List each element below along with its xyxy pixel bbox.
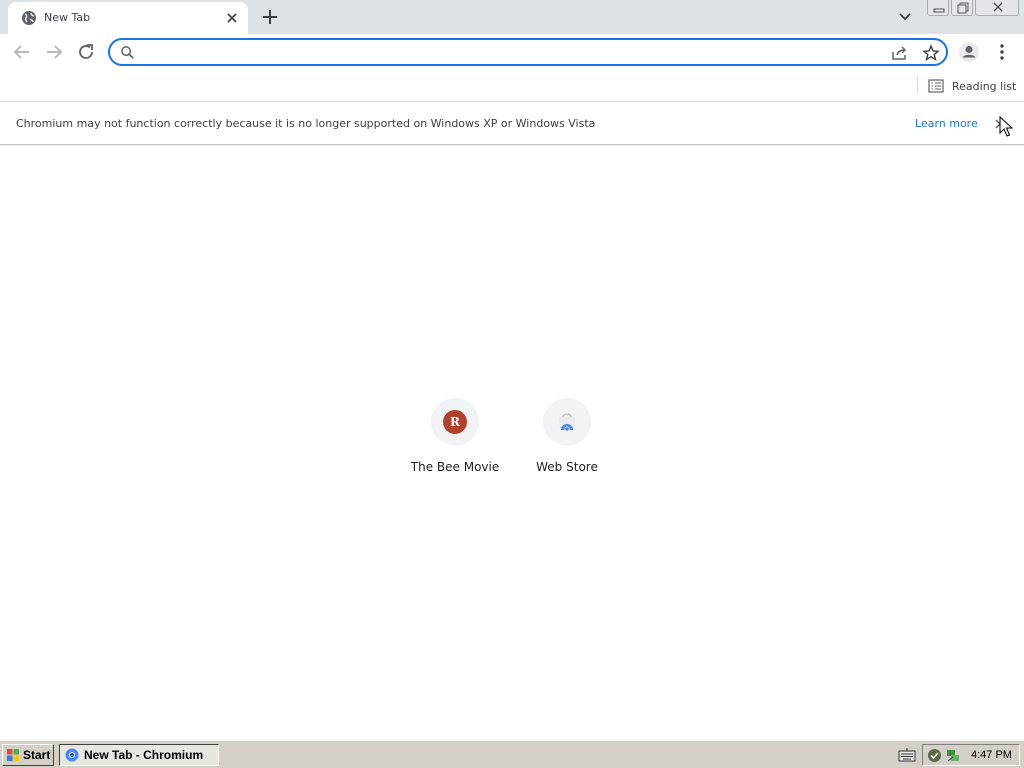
forward-arrow-icon[interactable] — [42, 40, 66, 64]
restore-button[interactable] — [951, 0, 973, 16]
shortcut-web-store[interactable]: Web Store — [511, 396, 623, 486]
reading-list-button[interactable]: Reading list — [928, 76, 1016, 96]
close-window-icon — [993, 2, 1003, 12]
address-bar[interactable] — [108, 38, 948, 66]
web-store-icon — [559, 413, 575, 432]
mouse-cursor-icon — [999, 116, 1013, 137]
minimize-button[interactable] — [927, 0, 949, 16]
shortcut-the-bee-movie[interactable]: R The Bee Movie — [399, 396, 511, 486]
tab-strip: New Tab — [0, 0, 1024, 34]
shortcut-icon-wrap — [543, 398, 591, 446]
address-input[interactable] — [144, 43, 884, 61]
start-label: Start — [23, 748, 51, 762]
unsupported-os-infobar: Chromium may not function correctly beca… — [0, 103, 1024, 145]
reading-list-icon — [928, 79, 944, 93]
back-arrow-icon[interactable] — [10, 40, 34, 64]
bookmarks-bar: Reading list — [0, 70, 1024, 102]
shortcut-icon-wrap: R — [431, 398, 479, 446]
learn-more-link[interactable]: Learn more — [915, 117, 978, 130]
keyboard-icon[interactable] — [898, 747, 916, 763]
toolbar — [0, 34, 1024, 70]
share-icon[interactable] — [890, 44, 908, 62]
search-icon — [121, 46, 134, 59]
reload-icon[interactable] — [74, 40, 98, 64]
close-tab-icon[interactable] — [224, 10, 240, 26]
new-tab-button[interactable] — [259, 6, 281, 28]
shortcut-label: Web Store — [536, 460, 598, 474]
window-controls — [927, 0, 1021, 17]
windows-taskbar: Start New Tab - Chromium 4:47 PM — [0, 740, 1024, 768]
reading-list-label: Reading list — [952, 79, 1017, 93]
more-menu-icon[interactable] — [993, 40, 1011, 64]
shortcut-label: The Bee Movie — [410, 460, 500, 474]
bookmark-star-icon[interactable] — [922, 44, 940, 62]
security-shield-icon[interactable] — [927, 748, 942, 763]
taskbar-item-label: New Tab - Chromium — [84, 748, 204, 762]
network-icon[interactable] — [945, 748, 960, 763]
minimize-icon — [933, 8, 945, 13]
close-window-button[interactable] — [975, 0, 1019, 16]
windows-logo-icon — [7, 749, 19, 761]
bookmarks-separator — [917, 76, 918, 94]
clock: 4:47 PM — [971, 749, 1012, 761]
infobar-message: Chromium may not function correctly beca… — [16, 117, 596, 130]
tab-new-tab[interactable]: New Tab — [8, 2, 248, 34]
letter-r-favicon-icon: R — [443, 410, 467, 434]
tab-search-chevron-icon[interactable] — [895, 8, 915, 26]
profile-avatar-icon[interactable] — [957, 40, 981, 64]
globe-icon — [22, 11, 36, 25]
restore-icon — [957, 2, 969, 14]
tab-title: New Tab — [44, 11, 91, 24]
chromium-icon — [65, 748, 79, 762]
system-tray: 4:47 PM — [922, 744, 1020, 766]
taskbar-item-chromium[interactable]: New Tab - Chromium — [59, 744, 219, 766]
new-tab-page: R The Bee Movie Web Store — [0, 116, 1024, 738]
start-button[interactable]: Start — [2, 744, 54, 766]
